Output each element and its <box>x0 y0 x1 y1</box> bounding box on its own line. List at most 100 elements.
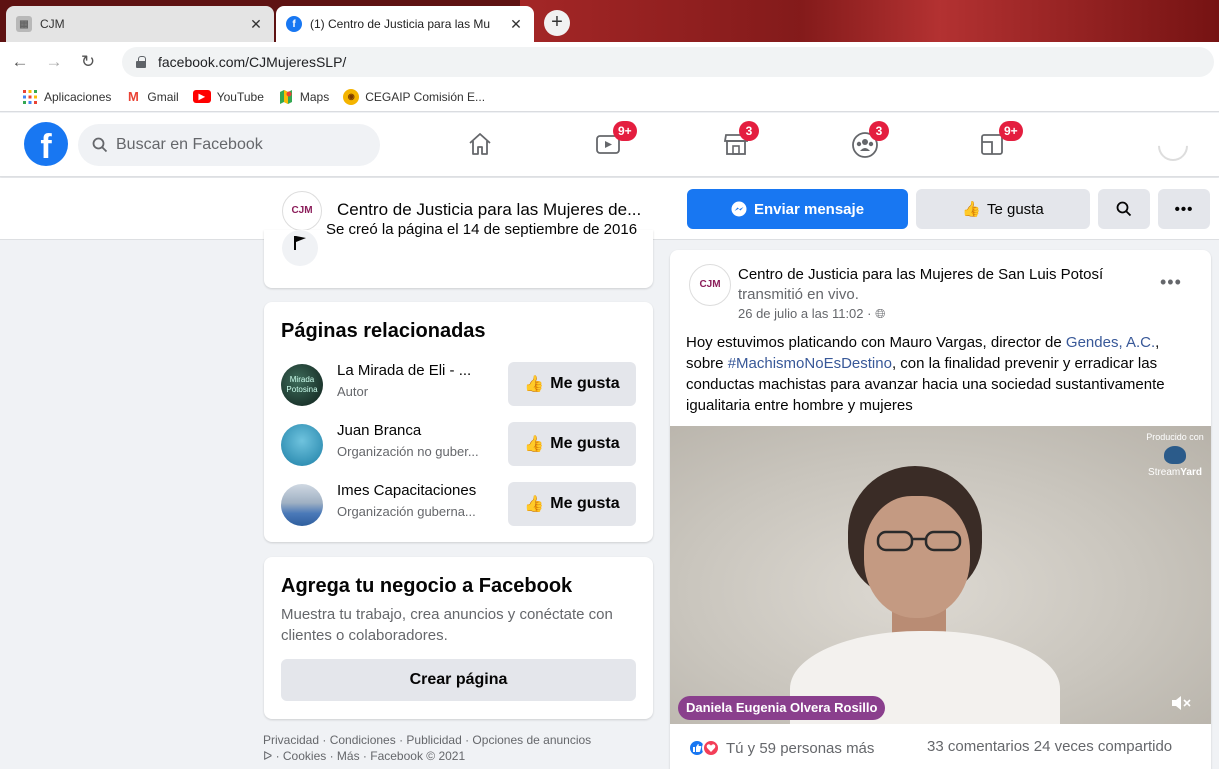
post-text: Hoy estuvimos platicando con Mauro Varga… <box>686 332 1196 416</box>
profile-avatar[interactable] <box>1151 124 1195 168</box>
related-page-name[interactable]: Imes Capacitaciones <box>337 482 476 499</box>
bookmark-cegaip[interactable]: ◉ CEGAIP Comisión E... <box>343 88 485 105</box>
flag-icon <box>282 230 318 266</box>
muted-speaker-icon[interactable] <box>1170 694 1192 712</box>
page-created-text: Se creó la página el 14 de septiembre de… <box>326 221 638 238</box>
facebook-logo-icon[interactable]: f <box>24 122 68 166</box>
related-page-like-button[interactable]: 👍 Me gusta <box>508 422 636 466</box>
footer-line-1[interactable]: Privacidad · Condiciones · Publicidad · … <box>263 732 653 748</box>
page-info-card: Se creó la página el 14 de septiembre de… <box>264 221 653 288</box>
bookmarks-bar: Aplicaciones M Gmail ▶ YouTube Maps ◉ CE… <box>0 82 1219 112</box>
post-author-name[interactable]: Centro de Justicia para las Mujeres de S… <box>738 266 1103 283</box>
nav-home[interactable] <box>467 131 497 159</box>
window-background <box>520 0 1219 42</box>
page-like-button[interactable]: 👍 Te gusta <box>916 189 1090 229</box>
add-business-title: Agrega tu negocio a Facebook <box>281 575 573 597</box>
bookmark-label: YouTube <box>216 89 264 104</box>
bookmark-maps[interactable]: Maps <box>278 89 330 104</box>
bookmark-label: Maps <box>299 89 330 104</box>
post-author-avatar[interactable]: CJM <box>689 264 731 306</box>
nav-groups[interactable]: 3 <box>851 121 889 159</box>
browser-tab-cjm[interactable]: ▦ CJM ✕ <box>6 6 274 42</box>
notification-badge: 3 <box>869 121 889 141</box>
thumbs-up-icon: 👍 <box>524 496 545 513</box>
post-comment-share-stats[interactable]: 33 comentarios 24 veces compartido <box>927 738 1172 755</box>
facebook-search[interactable] <box>78 124 380 166</box>
post-action-text: transmitió en vivo. <box>738 286 859 303</box>
gendes-link[interactable]: Gendes, A.C. <box>1066 334 1155 351</box>
brand-part: Stream <box>1148 467 1181 478</box>
forward-arrow-icon[interactable]: → <box>40 52 68 72</box>
love-reaction-icon <box>702 739 720 757</box>
tab-title: CJM <box>40 17 65 31</box>
lock-icon <box>136 56 146 68</box>
thumbs-up-icon: 👍 <box>524 376 545 393</box>
nav-watch[interactable]: 9+ <box>595 121 637 159</box>
nav-gaming[interactable]: 9+ <box>979 121 1023 159</box>
streamyard-watermark: Producido con StreamYard <box>1144 432 1206 478</box>
address-bar[interactable]: facebook.com/CJMujeresSLP/ <box>122 47 1214 77</box>
bookmark-apps[interactable]: Aplicaciones <box>22 89 112 104</box>
search-icon <box>1116 201 1132 217</box>
post-options-icon[interactable]: ••• <box>1160 272 1182 293</box>
send-message-button[interactable]: Enviar mensaje <box>687 189 908 229</box>
url-text[interactable]: facebook.com/CJMujeresSLP/ <box>158 54 346 70</box>
page-search-button[interactable] <box>1098 189 1150 229</box>
related-page-avatar[interactable] <box>281 424 323 466</box>
like-button-label: Me gusta <box>550 375 620 392</box>
related-page-avatar[interactable] <box>281 484 323 526</box>
like-button-label: Me gusta <box>550 435 620 452</box>
page-title: Centro de Justicia para las Mujeres de..… <box>337 200 642 219</box>
streamyard-brand: StreamYard <box>1144 467 1206 478</box>
related-page-item[interactable]: Imes Capacitaciones Organización guberna… <box>281 482 636 530</box>
related-page-category: Organización guberna... <box>337 504 476 519</box>
home-icon <box>469 133 491 155</box>
related-page-item[interactable]: Mirada Potosina La Mirada de Eli - ... A… <box>281 362 636 410</box>
reload-icon[interactable]: ↻ <box>74 52 102 72</box>
messenger-icon <box>731 201 747 217</box>
live-video-player[interactable]: Producido con StreamYard Daniela Eugenia… <box>670 426 1211 724</box>
close-tab-icon[interactable]: ✕ <box>248 16 264 33</box>
maps-icon <box>278 89 294 104</box>
new-tab-button[interactable]: + <box>544 10 570 36</box>
related-page-like-button[interactable]: 👍 Me gusta <box>508 362 636 406</box>
related-page-name[interactable]: La Mirada de Eli - ... <box>337 362 471 379</box>
related-page-item[interactable]: Juan Branca Organización no guber... 👍 M… <box>281 422 636 470</box>
search-input[interactable] <box>116 136 356 154</box>
notification-badge: 9+ <box>613 121 637 141</box>
speaker-face <box>864 496 970 618</box>
related-pages-title: Páginas relacionadas <box>281 320 486 342</box>
more-dots-icon: ••• <box>1174 200 1194 218</box>
page-logo[interactable]: CJM <box>282 191 322 231</box>
streamyard-logo-icon <box>1164 446 1186 464</box>
nav-marketplace[interactable]: 3 <box>723 121 759 159</box>
youtube-icon: ▶ <box>192 90 211 103</box>
browser-tab-facebook[interactable]: f (1) Centro de Justicia para las Mu ✕ <box>276 6 534 42</box>
notification-badge: 9+ <box>999 121 1023 141</box>
post-reactions[interactable]: Tú y 59 personas más <box>688 738 874 758</box>
speaker-glasses <box>876 530 962 552</box>
thumbs-up-icon: 👍 <box>962 201 981 218</box>
related-page-like-button[interactable]: 👍 Me gusta <box>508 482 636 526</box>
create-page-button[interactable]: Crear página <box>281 659 636 701</box>
like-button-label: Me gusta <box>550 495 620 512</box>
thumbs-up-icon: 👍 <box>524 436 545 453</box>
bookmark-label: Aplicaciones <box>44 89 112 104</box>
post-timestamp[interactable]: 26 de julio a las 11:02 · 🌐︎ <box>738 306 885 322</box>
page-more-button[interactable]: ••• <box>1158 189 1210 229</box>
globe-icon: 🌐︎ <box>875 306 886 321</box>
bookmark-label: Gmail <box>147 89 179 104</box>
facebook-top-nav: f 9+ 3 3 9+ <box>0 113 1219 177</box>
back-arrow-icon[interactable]: ← <box>6 52 34 72</box>
related-page-name[interactable]: Juan Branca <box>337 422 421 439</box>
footer-line-2[interactable]: ᐅ · Cookies · Más · Facebook © 2021 <box>263 748 653 764</box>
notification-badge: 3 <box>739 121 759 141</box>
hashtag-link[interactable]: #MachismoNoEsDestino <box>728 355 892 372</box>
browser-toolbar: ← → ↻ facebook.com/CJMujeresSLP/ <box>0 42 1219 82</box>
reaction-count: Tú y 59 personas más <box>726 739 875 757</box>
bookmark-gmail[interactable]: M Gmail <box>125 89 179 104</box>
close-tab-icon[interactable]: ✕ <box>508 16 524 33</box>
add-business-description: Muestra tu trabajo, crea anuncios y coné… <box>281 606 613 644</box>
related-page-avatar[interactable]: Mirada Potosina <box>281 364 323 406</box>
bookmark-youtube[interactable]: ▶ YouTube <box>192 89 264 104</box>
